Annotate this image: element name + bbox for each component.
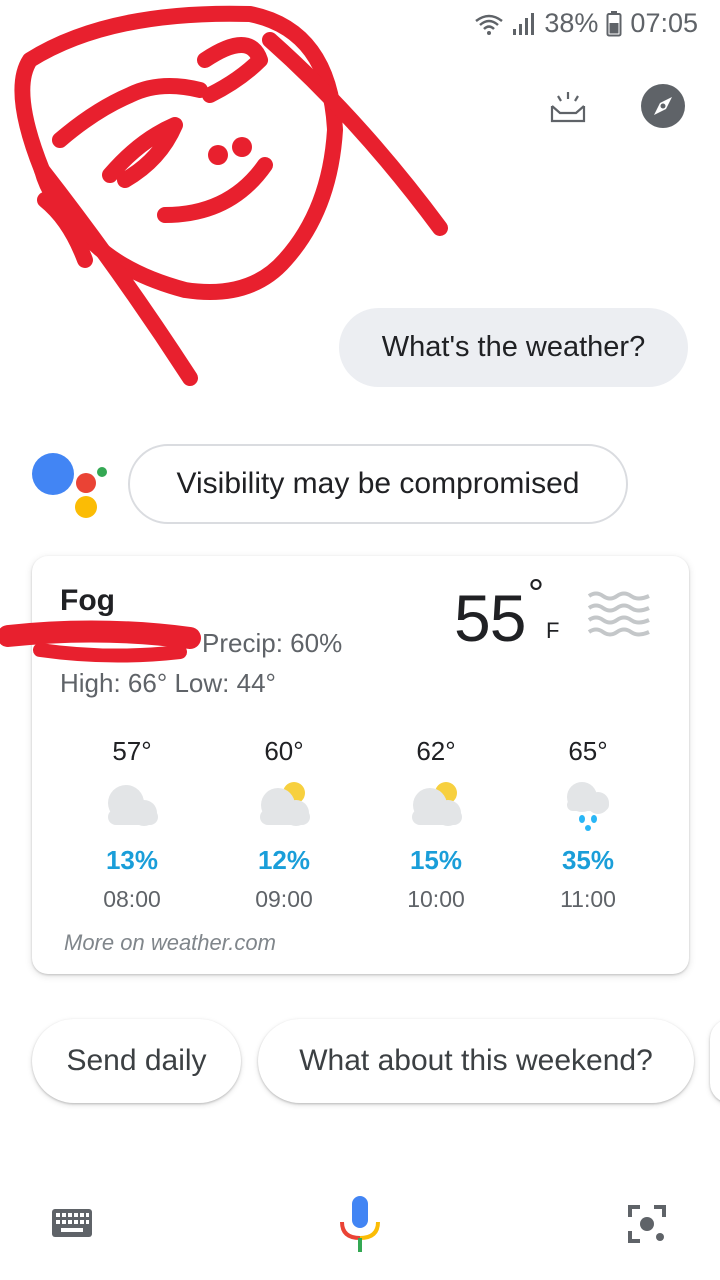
hourly-temperature: 60° (264, 736, 304, 766)
battery-percent: 38% (544, 8, 599, 38)
status-bar: 38% 07:05 (0, 0, 720, 50)
high-low-temperature: High: 66° Low: 44° (60, 668, 276, 698)
status-indicators: 38% 07:05 (474, 8, 698, 39)
current-temperature: 55 (454, 581, 526, 655)
hourly-forecast: 57° 13% 08:00 60° 12% 09:00 62° 15% 10:0… (56, 736, 666, 916)
hourly-item: 62° 15% 10:00 (366, 736, 506, 913)
suggestion-chip-send-daily[interactable]: Send daily (32, 1019, 241, 1103)
weather-card[interactable]: Fog Precip: 60% High: 66° Low: 44° 55 ° … (32, 556, 689, 974)
temperature-unit[interactable]: F (546, 618, 559, 644)
fog-icon (587, 591, 650, 637)
more-weather-link[interactable]: More on weather.com (64, 930, 276, 956)
hourly-item: 65° 35% 11:00 (518, 736, 658, 913)
lens-icon[interactable] (626, 1203, 668, 1245)
signal-icon (513, 12, 535, 35)
hourly-precipitation: 12% (257, 845, 311, 875)
suggestion-chip-weekend[interactable]: What about this weekend? (258, 1019, 694, 1103)
hourly-time: 10:00 (407, 886, 465, 912)
hourly-time: 08:00 (103, 886, 161, 912)
hourly-temperature: 65° (568, 736, 608, 766)
hourly-item: 60° 12% 09:00 (214, 736, 354, 913)
hourly-precipitation: 35% (561, 845, 615, 875)
hourly-item: 57° 13% 08:00 (62, 736, 202, 913)
hourly-time: 09:00 (255, 886, 313, 912)
user-query-bubble: What's the weather? (339, 308, 688, 387)
partly-sunny-icon (260, 782, 310, 826)
hourly-temperature: 57° (112, 736, 152, 766)
assistant-reply-bubble: Visibility may be compromised (128, 444, 628, 524)
rain-icon (567, 782, 609, 831)
microphone-icon[interactable] (338, 1194, 382, 1254)
partly-sunny-icon (412, 782, 462, 826)
compass-icon (654, 97, 672, 115)
cloudy-icon (108, 785, 158, 826)
hourly-temperature: 62° (416, 736, 456, 766)
google-assistant-logo (32, 453, 107, 518)
weather-condition: Fog (60, 584, 115, 617)
explore-icon[interactable] (641, 84, 685, 128)
hourly-precipitation: 13% (105, 845, 159, 875)
snapshot-icon[interactable] (546, 84, 590, 128)
hourly-time: 11:00 (560, 886, 616, 912)
hourly-precipitation: 15% (409, 845, 463, 875)
wifi-icon (475, 14, 504, 35)
suggestion-chip-partial[interactable] (710, 1019, 720, 1103)
degree-symbol: ° (528, 572, 544, 616)
keyboard-icon[interactable] (51, 1208, 93, 1238)
precipitation: Precip: 60% (202, 628, 343, 658)
clock: 07:05 (630, 8, 698, 38)
battery-icon (606, 10, 622, 36)
